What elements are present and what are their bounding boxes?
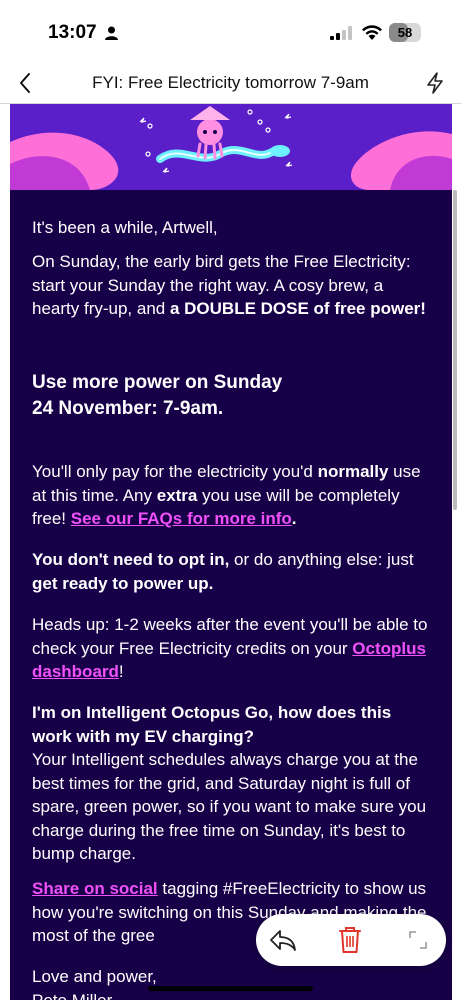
status-time: 13:07 [48, 22, 97, 43]
headsup-exclaim: ! [118, 662, 124, 681]
intro-paragraph: On Sunday, the early bird gets the Free … [32, 250, 432, 321]
lightning-icon[interactable] [425, 72, 445, 94]
pay-bold-extra: extra [156, 485, 198, 505]
chevron-left-icon[interactable] [14, 70, 38, 96]
headsup-paragraph: Heads up: 1-2 weeks after the event you'… [32, 613, 432, 684]
person-icon [105, 26, 118, 40]
optin-bold-2: get ready to power up. [32, 573, 214, 593]
header-banner [10, 104, 452, 190]
email-body: It's been a while, Artwell, On Sunday, t… [10, 190, 452, 1000]
pay-bold-normally: normally [317, 462, 389, 481]
nav-bar: FYI: Free Electricity tomorrow 7-9am [0, 62, 461, 104]
banner-illustration [10, 104, 452, 190]
battery-level: 58 [397, 25, 413, 40]
optin-text: or do anything else: just [229, 550, 414, 569]
reply-icon[interactable] [268, 926, 298, 954]
pay-paragraph: You'll only pay for the electricity you'… [32, 460, 432, 531]
battery-indicator: 58 [389, 23, 421, 42]
home-indicator[interactable] [148, 986, 313, 991]
faq-link[interactable]: See our FAQs for more info [71, 509, 292, 528]
wifi-icon [362, 25, 382, 40]
ev-question: I'm on Intelligent Octopus Go, how does … [32, 703, 392, 746]
event-heading-line1: Use more power on Sunday [32, 372, 283, 393]
signal-icon [330, 26, 352, 40]
expand-icon[interactable] [406, 928, 430, 952]
optin-paragraph: You don't need to opt in, or do anything… [32, 548, 432, 595]
greeting: It's been a while, Artwell, [32, 218, 218, 237]
status-bar: 13:07 58 [0, 0, 461, 62]
share-on-social-link[interactable]: Share on social [32, 879, 158, 898]
event-heading: Use more power on Sunday 24 November: 7-… [32, 370, 432, 422]
optin-bold: You don't need to opt in, [32, 550, 230, 569]
faq-period: . [291, 509, 297, 528]
signoff: Love and power, [32, 967, 157, 986]
email-subject: FYI: Free Electricity tomorrow 7-9am [92, 73, 369, 92]
mail-toolbar [256, 914, 446, 966]
trash-icon[interactable] [338, 925, 362, 955]
ev-answer: Your Intelligent schedules always charge… [32, 750, 427, 863]
ev-section: I'm on Intelligent Octopus Go, how does … [32, 701, 432, 866]
intro-bold: a DOUBLE DOSE of free power! [169, 299, 426, 318]
scrollbar[interactable] [453, 190, 457, 510]
email-content: It's been a while, Artwell, On Sunday, t… [10, 104, 452, 1000]
signoff-block: Love and power, Pete Miller [32, 965, 432, 1000]
event-heading-line2: 24 November: 7-9am. [32, 398, 224, 419]
pay-text-1: You'll only pay for the electricity you'… [32, 462, 318, 481]
